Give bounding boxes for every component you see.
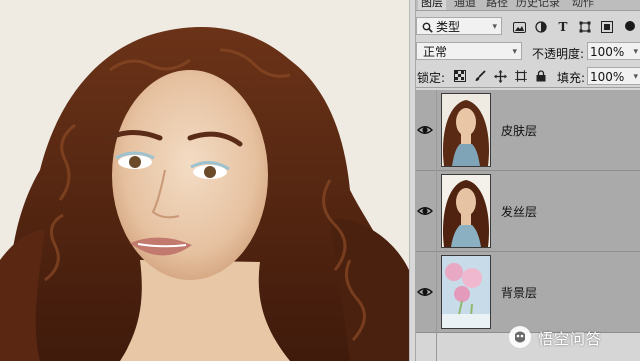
panel-tab-bar: 图层 通道 路径 历史记录 动作 xyxy=(416,0,640,11)
visibility-column-divider xyxy=(436,90,437,361)
eye-icon[interactable] xyxy=(416,203,434,219)
opacity-label: 不透明度: xyxy=(532,47,585,61)
layer-row-hair[interactable]: 发丝层 xyxy=(416,171,640,252)
layer-row-background[interactable]: 背景层 xyxy=(416,252,640,333)
opacity-value: 100% xyxy=(590,45,625,59)
lock-row: 锁定: 填充: 100% ▾ xyxy=(416,65,640,88)
tab-history[interactable]: 历史记录 xyxy=(516,0,560,10)
tab-actions[interactable]: 动作 xyxy=(572,0,594,10)
layer-thumbnail xyxy=(441,174,491,248)
blend-mode-value: 正常 xyxy=(423,45,448,59)
layer-row-skin[interactable]: 皮肤层 xyxy=(416,90,640,171)
fill-field[interactable]: 100% ▾ xyxy=(587,67,640,85)
fill-value: 100% xyxy=(590,70,625,84)
tab-paths[interactable]: 路径 xyxy=(486,0,508,10)
image-filter-icon[interactable] xyxy=(511,19,527,35)
watermark: 悟空问答 xyxy=(508,323,636,353)
chevron-down-icon: ▾ xyxy=(633,72,638,82)
layer-thumbnail xyxy=(441,93,491,167)
chevron-down-icon: ▾ xyxy=(633,47,638,57)
opacity-field[interactable]: 100% ▾ xyxy=(587,42,640,60)
portrait-photo xyxy=(0,0,409,361)
chevron-down-icon: ▾ xyxy=(512,47,517,57)
fill-label: 填充: xyxy=(557,71,586,85)
blend-mode-select[interactable]: 正常 ▾ xyxy=(416,42,522,60)
eye-icon[interactable] xyxy=(416,284,434,300)
layer-name[interactable]: 背景层 xyxy=(501,284,537,301)
type-filter-icon[interactable]: T xyxy=(555,19,571,35)
shape-filter-icon[interactable] xyxy=(577,19,593,35)
lock-label: 锁定: xyxy=(417,71,446,85)
blend-row: 正常 ▾ 不透明度: 100% ▾ xyxy=(416,40,640,62)
layer-name[interactable]: 发丝层 xyxy=(501,203,537,220)
smart-object-filter-icon[interactable] xyxy=(599,19,615,35)
watermark-text: 悟空问答 xyxy=(538,329,603,348)
filter-kind-select[interactable]: 类型 ▾ xyxy=(416,17,502,35)
filter-row: 类型 ▾ T xyxy=(416,15,640,37)
wukong-logo-icon xyxy=(508,325,532,352)
document-canvas[interactable] xyxy=(0,0,409,361)
move-icon[interactable] xyxy=(492,68,508,84)
layers-list: 皮肤层 发丝层 背景层 xyxy=(416,90,640,361)
tab-channels[interactable]: 通道 xyxy=(454,0,476,10)
lock-icon[interactable] xyxy=(533,68,549,84)
adjustment-filter-icon[interactable] xyxy=(533,19,549,35)
artboard-lock-icon[interactable] xyxy=(513,68,529,84)
search-icon xyxy=(419,19,435,35)
brush-icon[interactable] xyxy=(472,68,488,84)
layer-name[interactable]: 皮肤层 xyxy=(501,122,537,139)
filter-toggle-switch[interactable] xyxy=(625,21,635,31)
chevron-down-icon: ▾ xyxy=(492,22,497,32)
layers-panel: 图层 通道 路径 历史记录 动作 类型 ▾ T 正常 ▾ 不透明度: 100% … xyxy=(415,0,640,361)
tab-layers[interactable]: 图层 xyxy=(418,0,446,10)
lock-transparent-pixels-icon[interactable] xyxy=(452,68,468,84)
eye-icon[interactable] xyxy=(416,122,434,138)
layer-thumbnail xyxy=(441,255,491,329)
filter-kind-label: 类型 xyxy=(436,20,461,34)
